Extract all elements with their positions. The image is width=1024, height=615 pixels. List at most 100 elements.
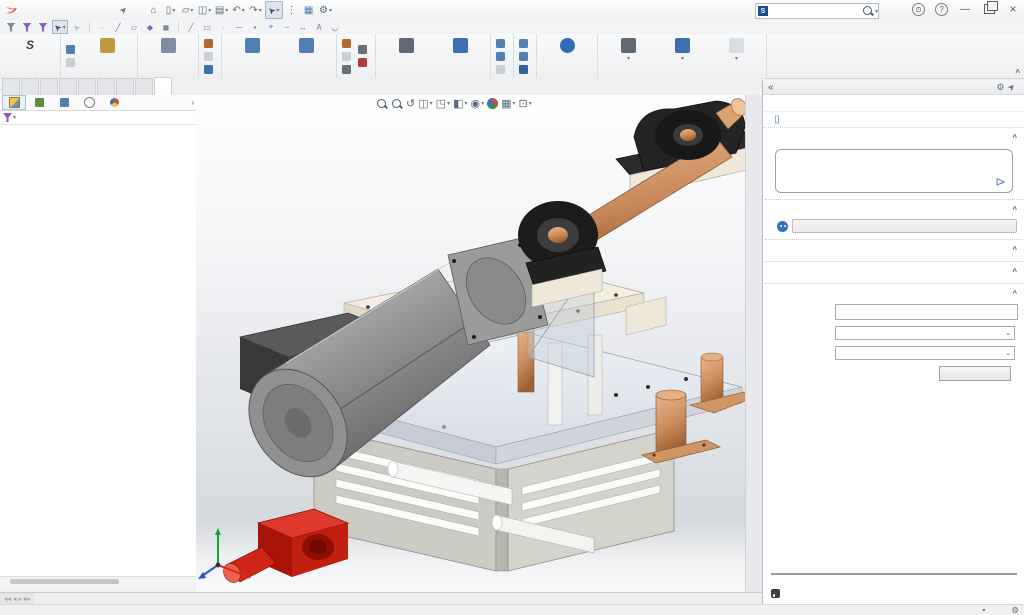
values-analyzed-select[interactable]: ⌄ [835, 346, 1015, 360]
filter-solid-bodies-icon[interactable]: ◼ [159, 21, 173, 33]
driveassembly-button[interactable] [356, 43, 372, 56]
value-input[interactable] [835, 304, 1018, 320]
tab-dodatki-solidworks[interactable] [97, 78, 115, 95]
panel-options-icon[interactable]: ⚙ [996, 82, 1004, 93]
print-icon[interactable]: ▤ ▾ [214, 2, 230, 18]
search-button[interactable] [939, 366, 1011, 381]
filter-weld-beads-icon[interactable]: ◡ [328, 21, 342, 33]
easyprint-button[interactable] [340, 63, 356, 76]
3d-model[interactable] [196, 95, 745, 592]
question-input[interactable]: ⊳ [775, 149, 1013, 193]
design-tools-button[interactable]: ▾ [655, 36, 709, 63]
batchproperties-button[interactable] [494, 37, 510, 50]
search-icon[interactable] [862, 5, 874, 17]
smartbom-button[interactable] [279, 36, 333, 56]
tab-featuremanager[interactable] [2, 95, 26, 110]
tab-leo-ai[interactable] [135, 78, 153, 95]
menu-narz-dzia[interactable] [88, 8, 102, 12]
select-icon[interactable]: ➤ ▾ [51, 20, 68, 34]
restore-button[interactable] [982, 1, 998, 16]
send-question-icon[interactable]: ⊳ [995, 174, 1006, 190]
collapse-section-icon[interactable]: ^ [1012, 205, 1017, 214]
visiativ-dashboard-link[interactable] [771, 589, 1017, 598]
filter-sketch-segments-icon[interactable]: ─ [232, 21, 246, 33]
smartdrawings-button[interactable] [517, 37, 533, 50]
close-button[interactable]: × [1006, 2, 1020, 16]
menu-okno[interactable] [102, 8, 116, 12]
reference-tools-button[interactable]: ▾ [601, 36, 655, 63]
toggle-selection-filters-icon[interactable] [4, 21, 18, 33]
new-document-icon[interactable]: ▯ [769, 112, 785, 128]
sheetmetalmanufacturing-button[interactable] [64, 43, 80, 56]
batchconverter-button[interactable] [433, 36, 487, 56]
collapse-section-icon[interactable]: ^ [1012, 267, 1017, 276]
command-search[interactable]: S ▾ [755, 3, 879, 19]
projectmanager-button[interactable] [225, 36, 279, 56]
undo-icon[interactable]: ↶ ▾ [231, 2, 247, 18]
help-icon[interactable]: ? [935, 2, 948, 16]
filter-wizard-icon[interactable] [36, 21, 50, 33]
composer-icon[interactable]: ▦ [301, 2, 317, 18]
filter-axes-icon[interactable]: ╱ [184, 21, 198, 33]
filter-edges-icon[interactable]: ╱ [111, 21, 125, 33]
panel-pin-icon[interactable]: ➤ [1006, 80, 1019, 93]
expand-panel-icon[interactable]: › [191, 98, 194, 107]
tolerances-button[interactable] [356, 56, 372, 69]
tab-configurationmanager[interactable] [52, 95, 76, 110]
section-find-header[interactable]: ^ [763, 284, 1024, 301]
tab-mycadtools[interactable] [154, 77, 172, 95]
invert-selection-icon[interactable]: ➤ [70, 21, 84, 33]
options-icon[interactable]: ⚙ ▾ [318, 2, 334, 18]
tab-dimxpertmanager[interactable] [77, 95, 101, 110]
xpress-products-icon[interactable]: ⋮ [284, 2, 300, 18]
menu-edycja[interactable] [46, 8, 60, 12]
menu-wstaw[interactable] [74, 8, 88, 12]
graphics-viewport[interactable]: ↺ ◫ ▾ ◳ ▾ ◧ ▾ ◉ ▾ ▦ ▾ ⊡ ▾ [196, 95, 745, 592]
filter-midpoints-icon[interactable]: • [248, 21, 262, 33]
filter-sketch-points-icon[interactable]: ∙ [216, 21, 230, 33]
status-gear-icon[interactable]: ⚙ [1011, 605, 1019, 615]
select-icon[interactable]: ➤ ▾ [264, 1, 283, 19]
pin-menu-icon[interactable]: ➤ [117, 3, 130, 16]
tree-filter-row[interactable]: ▾ [0, 111, 196, 125]
filter-centerlines-icon[interactable]: ╌ [280, 21, 294, 33]
filter-faces-icon[interactable]: ▱ [127, 21, 141, 33]
section-help-header[interactable]: ^ [763, 240, 1024, 257]
search-scope-icon[interactable]: S [758, 6, 768, 16]
tab-displaymanager[interactable] [102, 95, 126, 110]
units-caret[interactable]: ▾ [982, 607, 985, 614]
menu-widok[interactable] [60, 8, 74, 12]
collapse-section-icon[interactable]: ^ [1012, 245, 1017, 254]
user-account-icon[interactable]: ⊙ [912, 2, 925, 16]
powerprint-button[interactable] [517, 50, 533, 63]
integration-button[interactable] [379, 36, 433, 56]
filter-annotations-icon[interactable]: A [312, 21, 326, 33]
save-icon[interactable]: ◫ ▾ [197, 2, 213, 18]
file-type-select[interactable]: ⌄ [835, 326, 1015, 340]
collapse-panel-icon[interactable]: « [768, 82, 774, 93]
tab-uk-ad[interactable] [21, 78, 39, 95]
minimize-button[interactable]: — [958, 2, 972, 16]
tab-z-o-enie[interactable] [2, 78, 20, 95]
tree-filter-icon[interactable] [3, 113, 12, 122]
tree-scroll-thumb[interactable] [10, 579, 120, 584]
colorchart-button[interactable] [202, 37, 218, 50]
smartproperties-button[interactable]: S [3, 36, 57, 56]
filter-center-marks-icon[interactable]: ⌖ [264, 21, 278, 33]
collapse-section-icon[interactable]: ^ [1012, 133, 1017, 142]
menu-plik[interactable] [32, 8, 46, 12]
section-mycadtools-header[interactable]: ^ [763, 200, 1024, 217]
open-icon[interactable]: ▱ ▾ [180, 2, 196, 18]
mycadtools-launch-button[interactable] [792, 219, 1017, 233]
search-scope-caret[interactable]: ▾ [875, 8, 878, 15]
tab-uwaga[interactable] [59, 78, 77, 95]
tab-oce[interactable] [78, 78, 96, 95]
3dspaceexplorer-button[interactable] [517, 63, 533, 76]
filter-planes-icon[interactable]: ▭ [200, 21, 214, 33]
mycadtools-button[interactable] [540, 36, 594, 56]
model-bearings[interactable] [518, 96, 745, 308]
tab-szkic[interactable] [40, 78, 58, 95]
section-qa-header[interactable]: ^ [763, 128, 1024, 145]
tree-horizontal-scrollbar[interactable] [0, 576, 196, 586]
clear-all-filters-icon[interactable] [20, 21, 34, 33]
